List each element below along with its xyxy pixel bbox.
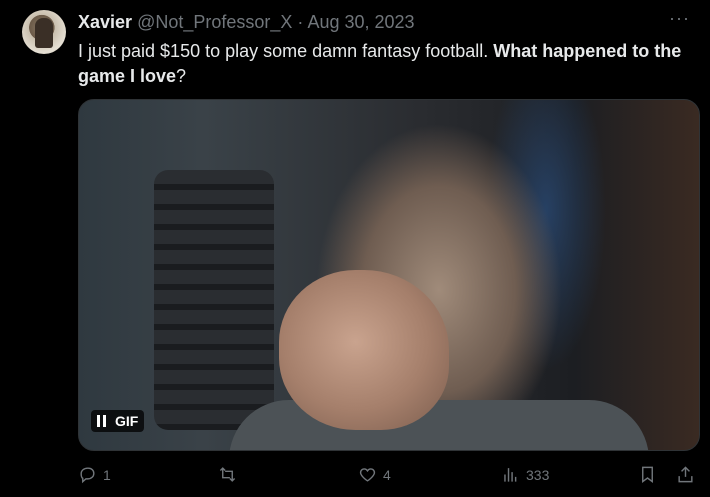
reply-count: 1 [103, 466, 111, 483]
bookmark-icon [642, 466, 653, 484]
action-bar: 1 4 333 [78, 465, 698, 489]
gif-badge[interactable]: GIF [91, 410, 145, 432]
bookmark-button[interactable] [638, 465, 657, 484]
gif-label: GIF [115, 413, 139, 429]
pause-icon[interactable] [97, 415, 106, 427]
author-name[interactable]: Xavier [78, 12, 132, 32]
like-count: 4 [383, 466, 391, 483]
tweet-text: I just paid $150 to play some damn fanta… [78, 39, 698, 89]
like-icon [359, 468, 376, 482]
tweet-date[interactable]: Aug 30, 2023 [307, 12, 414, 32]
media-figure-shirt [229, 400, 649, 450]
more-options-icon[interactable]: ··· [669, 8, 690, 29]
share-icon [678, 466, 693, 483]
media-background-seat [154, 170, 274, 430]
views-icon [504, 468, 517, 482]
repost-icon [219, 467, 236, 482]
author-handle[interactable]: @Not_Professor_X [137, 12, 292, 32]
avatar-figure [35, 18, 53, 48]
share-button[interactable] [676, 465, 695, 484]
views-button[interactable]: 333 [501, 465, 549, 484]
tweet-header: Xavier @Not_Professor_X · Aug 30, 2023 [78, 11, 415, 33]
separator-dot: · [297, 12, 304, 32]
views-count: 333 [526, 466, 550, 483]
reply-icon [80, 467, 95, 484]
avatar[interactable] [22, 10, 66, 54]
reply-button[interactable]: 1 [78, 465, 111, 484]
tweet-text-end: ? [176, 66, 187, 86]
tweet-text-plain: I just paid $150 to play some damn fanta… [78, 41, 494, 61]
repost-button[interactable] [218, 465, 243, 484]
gif-media[interactable]: GIF [78, 99, 700, 451]
media-figure-hand [279, 270, 449, 430]
like-button[interactable]: 4 [358, 465, 391, 484]
